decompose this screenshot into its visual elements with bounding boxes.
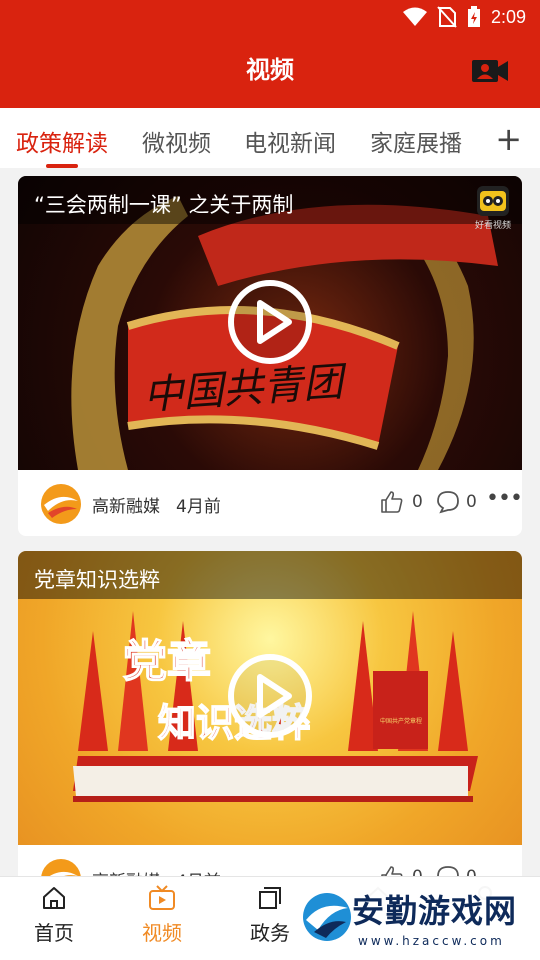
nav-video-label: 视频 bbox=[142, 921, 182, 945]
video-thumbnail[interactable]: 中国共产党章程 党章 知识选粹 党章知识选粹 bbox=[18, 551, 522, 845]
active-tab-indicator bbox=[46, 164, 78, 168]
video-title: “三会两制一课” 之关于两制 bbox=[34, 193, 294, 217]
card-title-bar: 党章知识选粹 bbox=[18, 551, 522, 599]
nav-video[interactable]: 视频 bbox=[122, 885, 202, 946]
watermark-url: www.hzaccw.com bbox=[358, 934, 505, 948]
nav-home[interactable]: 首页 bbox=[14, 885, 94, 946]
status-bar: 2:09 bbox=[0, 0, 540, 36]
author-avatar[interactable] bbox=[40, 483, 82, 525]
play-icon[interactable] bbox=[227, 279, 313, 365]
tab-micro-video[interactable]: 微视频 bbox=[142, 124, 211, 158]
comment-count: 0 bbox=[466, 492, 477, 512]
page-title: 视频 bbox=[246, 56, 294, 84]
status-icons: 2:09 bbox=[402, 6, 526, 28]
video-title: 党章知识选粹 bbox=[34, 568, 160, 592]
top-bar: 2:09 视频 bbox=[0, 0, 540, 108]
video-card[interactable]: 中国共产党章程 党章 知识选粹 党章知识选粹 高新融媒 4月前 0 0 bbox=[18, 551, 522, 911]
tv-icon bbox=[149, 885, 175, 910]
thumbs-up-icon[interactable] bbox=[380, 490, 404, 514]
haokan-logo: 好看视频 bbox=[472, 186, 514, 231]
watermark-logo-icon bbox=[303, 893, 351, 941]
battery-charging-icon bbox=[467, 6, 480, 27]
watermark: 安勤游戏网 www.hzaccw.com bbox=[294, 878, 540, 960]
post-time: 4月前 bbox=[176, 497, 221, 517]
home-icon bbox=[43, 887, 65, 909]
add-tab-icon[interactable]: + bbox=[495, 120, 522, 158]
book-label: 中国共产党章程 bbox=[380, 717, 422, 725]
video-thumbnail[interactable]: 中国共青团 “三会两制一课” 之关于两制 好看视频 bbox=[18, 176, 522, 470]
video-camera-icon[interactable] bbox=[470, 58, 510, 84]
like-count: 0 bbox=[412, 492, 423, 512]
copy-icon bbox=[259, 887, 281, 909]
video-meta: 高新融媒 4月前 0 0 ••• bbox=[18, 470, 522, 536]
category-tabs: 政策解读 微视频 电视新闻 家庭展播 + bbox=[0, 108, 540, 168]
card-title-bar: “三会两制一课” 之关于两制 bbox=[18, 176, 522, 224]
nav-home-label: 首页 bbox=[34, 921, 74, 945]
status-time: 2:09 bbox=[490, 6, 526, 27]
video-card[interactable]: 中国共青团 “三会两制一课” 之关于两制 好看视频 高新融媒 4月前 0 0 •… bbox=[18, 176, 522, 536]
no-sim-icon bbox=[437, 6, 457, 28]
more-icon[interactable]: ••• bbox=[486, 486, 522, 511]
play-icon[interactable] bbox=[227, 653, 313, 739]
watermark-title: 安勤游戏网 bbox=[352, 892, 518, 930]
tab-policy[interactable]: 政策解读 bbox=[16, 124, 108, 158]
author-name[interactable]: 高新融媒 bbox=[92, 492, 160, 517]
haokan-label: 好看视频 bbox=[474, 221, 511, 231]
thumb-heading-1: 党章 bbox=[123, 636, 211, 687]
wifi-icon bbox=[402, 7, 427, 26]
tab-tv-news[interactable]: 电视新闻 bbox=[244, 124, 336, 158]
haokan-icon bbox=[477, 186, 509, 216]
tab-family[interactable]: 家庭展播 bbox=[370, 124, 462, 158]
comment-icon[interactable] bbox=[436, 490, 460, 514]
